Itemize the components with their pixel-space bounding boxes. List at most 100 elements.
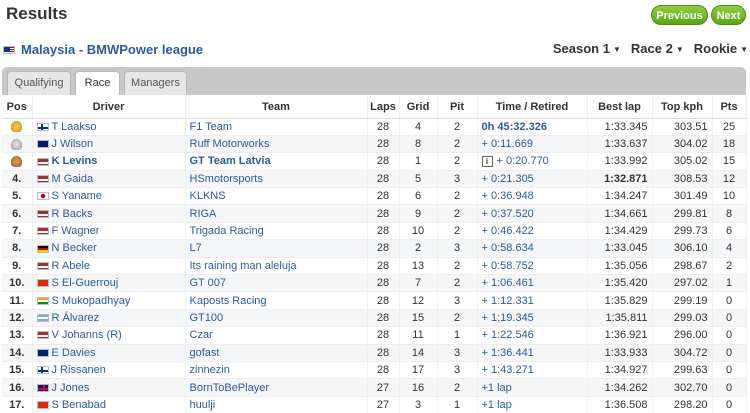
driver-link[interactable]: S Benabad — [52, 399, 106, 411]
time-cell: + 0:58.752 — [477, 257, 588, 276]
points-cell: 6 — [712, 222, 747, 241]
top-kph-cell: 299.19 — [652, 291, 713, 310]
team-link[interactable]: RIGA — [185, 204, 368, 223]
laps-cell: 28 — [367, 239, 400, 258]
driver-link[interactable]: R Backs — [52, 208, 93, 220]
driver-link[interactable]: R Abele — [52, 260, 91, 272]
laps-cell: 27 — [367, 396, 400, 413]
time-cell: + 0:21.305 — [477, 170, 588, 189]
driver-cell: R Backs — [32, 204, 186, 223]
results-table: Pos Driver Team Laps Grid Pit Time / Ret… — [2, 96, 747, 413]
team-link[interactable]: huulji — [185, 396, 368, 413]
driver-link[interactable]: J Rissanen — [52, 364, 106, 376]
next-button[interactable]: Next — [711, 5, 746, 25]
team-link[interactable]: F1 Team — [185, 118, 368, 136]
driver-link[interactable]: M Gaida — [52, 173, 94, 185]
points-cell: 4 — [712, 239, 747, 258]
previous-button[interactable]: Previous — [651, 5, 708, 25]
col-grid[interactable]: Grid — [399, 96, 438, 119]
team-link[interactable]: gofast — [185, 344, 368, 362]
top-kph-cell: 299.03 — [652, 309, 713, 328]
driver-link[interactable]: S Mukopadhyay — [52, 295, 131, 307]
time-cell: + 1:43.271 — [477, 361, 588, 380]
driver-cell: S El-Guerrouj — [32, 274, 186, 293]
col-best-lap[interactable]: Best lap — [587, 96, 653, 119]
position-cell — [2, 152, 33, 171]
table-row: 15. J Rissanen zinnezin 28 17 3 + 1:43.271 1:34… — [2, 361, 747, 380]
top-kph-cell: 297.02 — [652, 274, 713, 293]
grid-cell: 10 — [399, 222, 438, 241]
grid-cell: 6 — [399, 187, 438, 206]
tab-race[interactable]: Race — [75, 71, 120, 95]
driver-link[interactable]: K Levins — [52, 155, 98, 167]
laps-cell: 27 — [367, 378, 400, 397]
driver-link[interactable]: J Jones — [52, 382, 90, 394]
driver-link[interactable]: V Johanns (R) — [52, 329, 122, 341]
driver-link[interactable]: N Becker — [52, 242, 97, 254]
col-pos[interactable]: Pos — [2, 96, 33, 119]
best-lap-cell: 1:35.420 — [587, 274, 653, 293]
team-link[interactable]: Kaposts Racing — [185, 291, 368, 310]
points-cell: 0 — [712, 326, 747, 345]
class-select[interactable]: Rookie ▼ — [694, 41, 748, 56]
grid-cell: 17 — [399, 361, 438, 380]
position-cell: 14. — [2, 344, 33, 362]
driver-link[interactable]: E Davies — [52, 347, 96, 359]
team-link[interactable]: KLKNS — [185, 187, 368, 206]
driver-link[interactable]: J Wilson — [52, 138, 94, 150]
top-kph-cell: 305.02 — [652, 152, 713, 171]
team-link[interactable]: Its raining man aleluja — [185, 257, 368, 276]
grid-cell: 7 — [399, 274, 438, 293]
points-cell: 0 — [712, 361, 747, 380]
driver-link[interactable]: T Laakso — [52, 121, 97, 133]
team-link[interactable]: Ruff Motorworks — [185, 135, 368, 154]
team-link[interactable]: L7 — [185, 239, 368, 258]
col-driver[interactable]: Driver — [32, 96, 186, 119]
best-lap-cell: 1:33.637 — [587, 135, 653, 154]
info-icon[interactable]: i — [481, 156, 493, 168]
driver-link[interactable]: S El-Guerrouj — [52, 277, 119, 289]
newzealand-flag-icon — [36, 348, 49, 357]
team-link[interactable]: GT100 — [185, 309, 368, 328]
chevron-down-icon: ▼ — [740, 45, 748, 55]
points-cell: 0 — [712, 309, 747, 328]
driver-cell: J Rissanen — [32, 361, 186, 380]
team-link[interactable]: GT Team Latvia — [185, 152, 368, 171]
col-laps[interactable]: Laps — [367, 96, 400, 119]
tab-qualifying[interactable]: Qualifying — [7, 71, 71, 95]
col-pts[interactable]: Pts — [712, 96, 747, 119]
team-link[interactable]: Trigada Racing — [185, 222, 368, 241]
team-link[interactable]: Czar — [185, 326, 368, 345]
season-select[interactable]: Season 1 ▼ — [553, 41, 621, 56]
col-top-kph[interactable]: Top kph — [652, 96, 713, 119]
team-link[interactable]: HSmotorsports — [185, 170, 368, 189]
race-select[interactable]: Race 2 ▼ — [631, 41, 684, 56]
driver-link[interactable]: R Álvarez — [52, 312, 100, 324]
latvia-flag-icon — [36, 157, 49, 166]
col-pit[interactable]: Pit — [437, 96, 478, 119]
best-lap-cell: 1:35.056 — [587, 257, 653, 276]
table-row: T Laakso F1 Team 28 4 2 0h 45:32.326 1:33.345 3… — [2, 118, 747, 136]
best-lap-cell: 1:35.811 — [587, 309, 653, 328]
team-link[interactable]: GT 007 — [185, 274, 368, 293]
laps-cell: 28 — [367, 152, 400, 171]
driver-link[interactable]: F Wagner — [52, 225, 100, 237]
table-row: J Wilson Ruff Motorworks 28 8 2 + 0:11.669 1:3… — [2, 135, 747, 154]
driver-cell: S Benabad — [32, 396, 186, 413]
team-link[interactable]: BornToBePlayer — [185, 378, 368, 397]
col-time[interactable]: Time / Retired — [477, 96, 588, 119]
driver-link[interactable]: S Yaname — [52, 190, 102, 202]
page-title: Results — [6, 4, 68, 23]
latvia-flag-icon — [36, 174, 49, 183]
tab-managers[interactable]: Managers — [124, 71, 187, 95]
position-cell: 15. — [2, 361, 33, 380]
col-team[interactable]: Team — [185, 96, 368, 119]
team-link[interactable]: zinnezin — [185, 361, 368, 380]
position-cell: 8. — [2, 239, 33, 258]
watermark — [608, 378, 748, 408]
league-name[interactable]: Malaysia - BMWPower league — [21, 42, 203, 57]
grid-cell: 16 — [399, 378, 438, 397]
driver-cell: S Mukopadhyay — [32, 291, 186, 310]
best-lap-cell: 1:34.247 — [587, 187, 653, 206]
position-cell: 5. — [2, 187, 33, 206]
